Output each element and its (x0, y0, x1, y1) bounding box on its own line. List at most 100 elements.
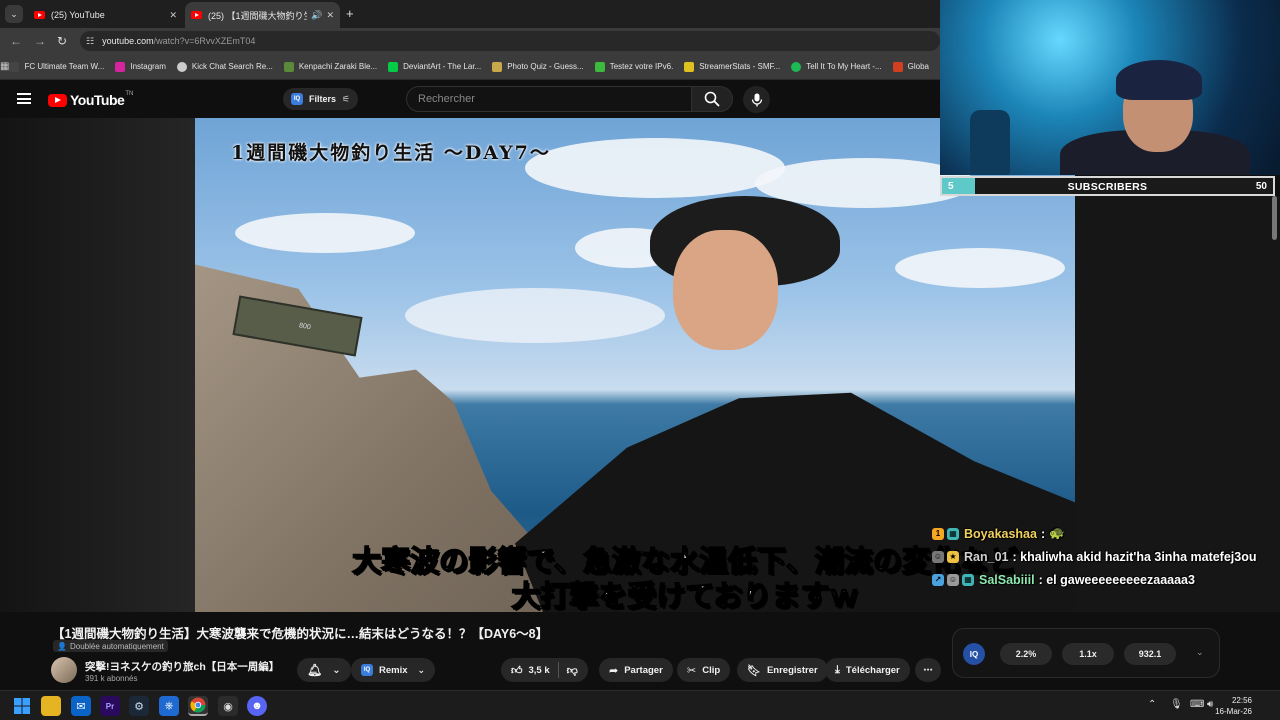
filters-button[interactable]: IQ Filters ⚟ (283, 88, 359, 110)
forward-icon[interactable]: → (34, 34, 46, 48)
clock-date: 16-Mar-26 (1215, 707, 1252, 716)
chat-username: Boyakashaa (964, 526, 1037, 541)
bookmark-favicon-icon (283, 61, 294, 72)
deviantart-icon (388, 61, 399, 72)
bookmark-item[interactable]: StreamerStats - SMF... (684, 61, 781, 72)
search-input[interactable]: Rechercher (406, 86, 692, 112)
webcam-feed (940, 0, 1280, 175)
volume-icon[interactable]: 🔊︎ (1207, 699, 1213, 710)
network-icon[interactable]: ⌨ (1190, 699, 1204, 710)
badge-icon: ☺ (947, 573, 959, 586)
chat-text: : el gaweeeeeeeeezaaaaa3 (1038, 572, 1195, 587)
bookmark-item[interactable]: Kick Chat Search Re... (176, 61, 273, 72)
more-icon: ⋯ (923, 664, 933, 676)
more-actions-button[interactable]: ⋯ (915, 658, 941, 682)
windows-start-icon[interactable] (12, 696, 32, 716)
cloud (405, 288, 665, 343)
chat-message: ↗ ☺ ▦ SalSabiiil : el gaweeeeeeeeezaaaaa… (932, 568, 1280, 591)
thumbs-up-icon[interactable]: 👍︎ (511, 664, 523, 677)
video-player[interactable]: 800 1週間磯大物釣り生活 ～DAY7～ 大寒波の影響で、急激な水温低下、潮流… (0, 118, 1075, 612)
speaker-icon[interactable]: 🔊 (311, 10, 322, 21)
bookmark-item[interactable]: Kenpachi Zaraki Ble... (283, 61, 378, 72)
file-explorer-icon[interactable] (41, 696, 61, 716)
download-icon: ⤓ (835, 663, 840, 676)
bookmark-item[interactable]: Instagram (115, 61, 166, 72)
bookmark-item[interactable]: DeviantArt - The Lar... (388, 61, 482, 72)
badge-icon: 1 (932, 527, 944, 540)
dub-label: Doublée automatiquement (69, 641, 164, 651)
url-host: youtube.com (102, 36, 154, 46)
channel-avatar[interactable] (51, 657, 77, 683)
system-clock[interactable]: 22:56 16-Mar-26 (1215, 695, 1252, 717)
microphone-icon (751, 93, 762, 106)
bookmark-item[interactable]: Tell It To My Heart -... (791, 61, 882, 72)
chevron-up-icon[interactable]: ⌃ (1148, 699, 1156, 710)
discord-icon[interactable]: ☻ (247, 696, 267, 716)
voice-search-button[interactable] (743, 86, 770, 113)
bookmark-item[interactable]: Globa (892, 61, 929, 72)
bookmark-favicon-icon (176, 61, 187, 72)
microphone-icon[interactable]: 🎙︎ (1170, 699, 1183, 710)
app-icon[interactable]: ⎈ (159, 696, 179, 716)
filters-label: Filters (309, 94, 337, 104)
share-label: Partager (624, 664, 663, 676)
logo-text: YouTube (70, 92, 125, 108)
youtube-logo[interactable]: YouTube TN (48, 91, 134, 108)
menu-icon[interactable] (17, 93, 31, 104)
address-bar-row: ← → ↻ ☷ youtube.com/watch?v=6RvvXZEmT04 (0, 28, 940, 54)
bookmark-label: Globa (907, 62, 929, 71)
save-button[interactable]: 🔖︎ Enregistrer (737, 658, 828, 682)
clip-button[interactable]: ✂ Clip (677, 658, 731, 682)
reload-icon[interactable]: ↻ (57, 34, 67, 48)
tab-search-button[interactable]: ⌄ (5, 5, 23, 23)
scrollbar[interactable] (1272, 196, 1277, 240)
like-count[interactable]: 3,5 k (529, 665, 550, 676)
close-icon[interactable]: ✕ (169, 10, 177, 21)
share-button[interactable]: ➦ Partager (599, 658, 673, 682)
url-path: /watch?v=6RvvXZEmT04 (153, 36, 256, 46)
apps-grid-icon[interactable]: ▦ (0, 61, 9, 72)
iq-stat: 932.1 (1124, 643, 1176, 665)
goal-label: SUBSCRIBERS (1067, 181, 1148, 193)
close-icon[interactable]: ✕ (326, 10, 334, 21)
url-field[interactable]: ☷ youtube.com/watch?v=6RvvXZEmT04 (80, 31, 940, 51)
iq-stat: 1.1x (1062, 643, 1114, 665)
bookmark-item[interactable]: Testez votre IPv6. (594, 61, 673, 72)
chrome-icon[interactable] (188, 696, 208, 716)
remix-button[interactable]: IQ Remix ⌄ (351, 658, 436, 682)
bell-icon: 🔔︎ (307, 663, 323, 677)
subscriber-goal-bar: 5 SUBSCRIBERS 50 (940, 176, 1275, 196)
obs-icon[interactable]: ◉ (218, 696, 238, 716)
tab-title: (25) 【1週間磯大物釣り生活】 (208, 10, 307, 21)
bookmark-label: StreamerStats - SMF... (699, 62, 781, 71)
logo-country: TN (125, 91, 134, 97)
bookmark-label: Kenpachi Zaraki Ble... (298, 62, 378, 71)
youtube-play-icon (48, 93, 67, 107)
bookmark-favicon-icon (9, 61, 20, 72)
browser-tab-video[interactable]: (25) 【1週間磯大物釣り生活】 🔊 ✕ (185, 2, 340, 28)
bookmark-favicon-icon (492, 61, 503, 72)
chat-username: SalSabiiil (979, 572, 1035, 587)
premiere-pro-icon[interactable]: Pr (100, 696, 120, 716)
bookmark-label: DeviantArt - The Lar... (403, 62, 482, 71)
search-button[interactable] (691, 86, 733, 112)
site-info-icon[interactable]: ☷ (86, 36, 94, 47)
chevron-down-icon[interactable]: ⌄ (1196, 647, 1204, 658)
subscription-bell-button[interactable]: 🔔︎ ⌄ (297, 658, 351, 682)
ambient-shade (0, 118, 195, 612)
chat-text: : (1040, 526, 1046, 541)
new-tab-button[interactable]: + (346, 6, 354, 21)
bookmark-item[interactable]: FC Ultimate Team W... (9, 61, 104, 72)
browser-tab-youtube[interactable]: (25) YouTube ✕ (28, 2, 183, 28)
steam-icon[interactable]: ⚙ (129, 696, 149, 716)
back-icon[interactable]: ← (10, 34, 22, 48)
chat-message: ☺ ★ Ran_01 : khaliwha akid hazit'ha 3inh… (932, 545, 1280, 568)
download-button[interactable]: ⤓ Télécharger (825, 658, 910, 682)
channel-name[interactable]: 突撃!ヨネスケの釣り旅ch【日本一周編】 (85, 659, 279, 674)
bookmark-favicon-icon (684, 61, 695, 72)
bookmark-item[interactable]: Photo Quiz - Guess... (492, 61, 584, 72)
bookmark-label: Photo Quiz - Guess... (507, 62, 584, 71)
thumbs-down-icon[interactable]: 👎︎ (567, 664, 578, 677)
mail-icon[interactable]: ✉ (71, 696, 91, 716)
iq-icon[interactable]: IQ (963, 643, 985, 665)
